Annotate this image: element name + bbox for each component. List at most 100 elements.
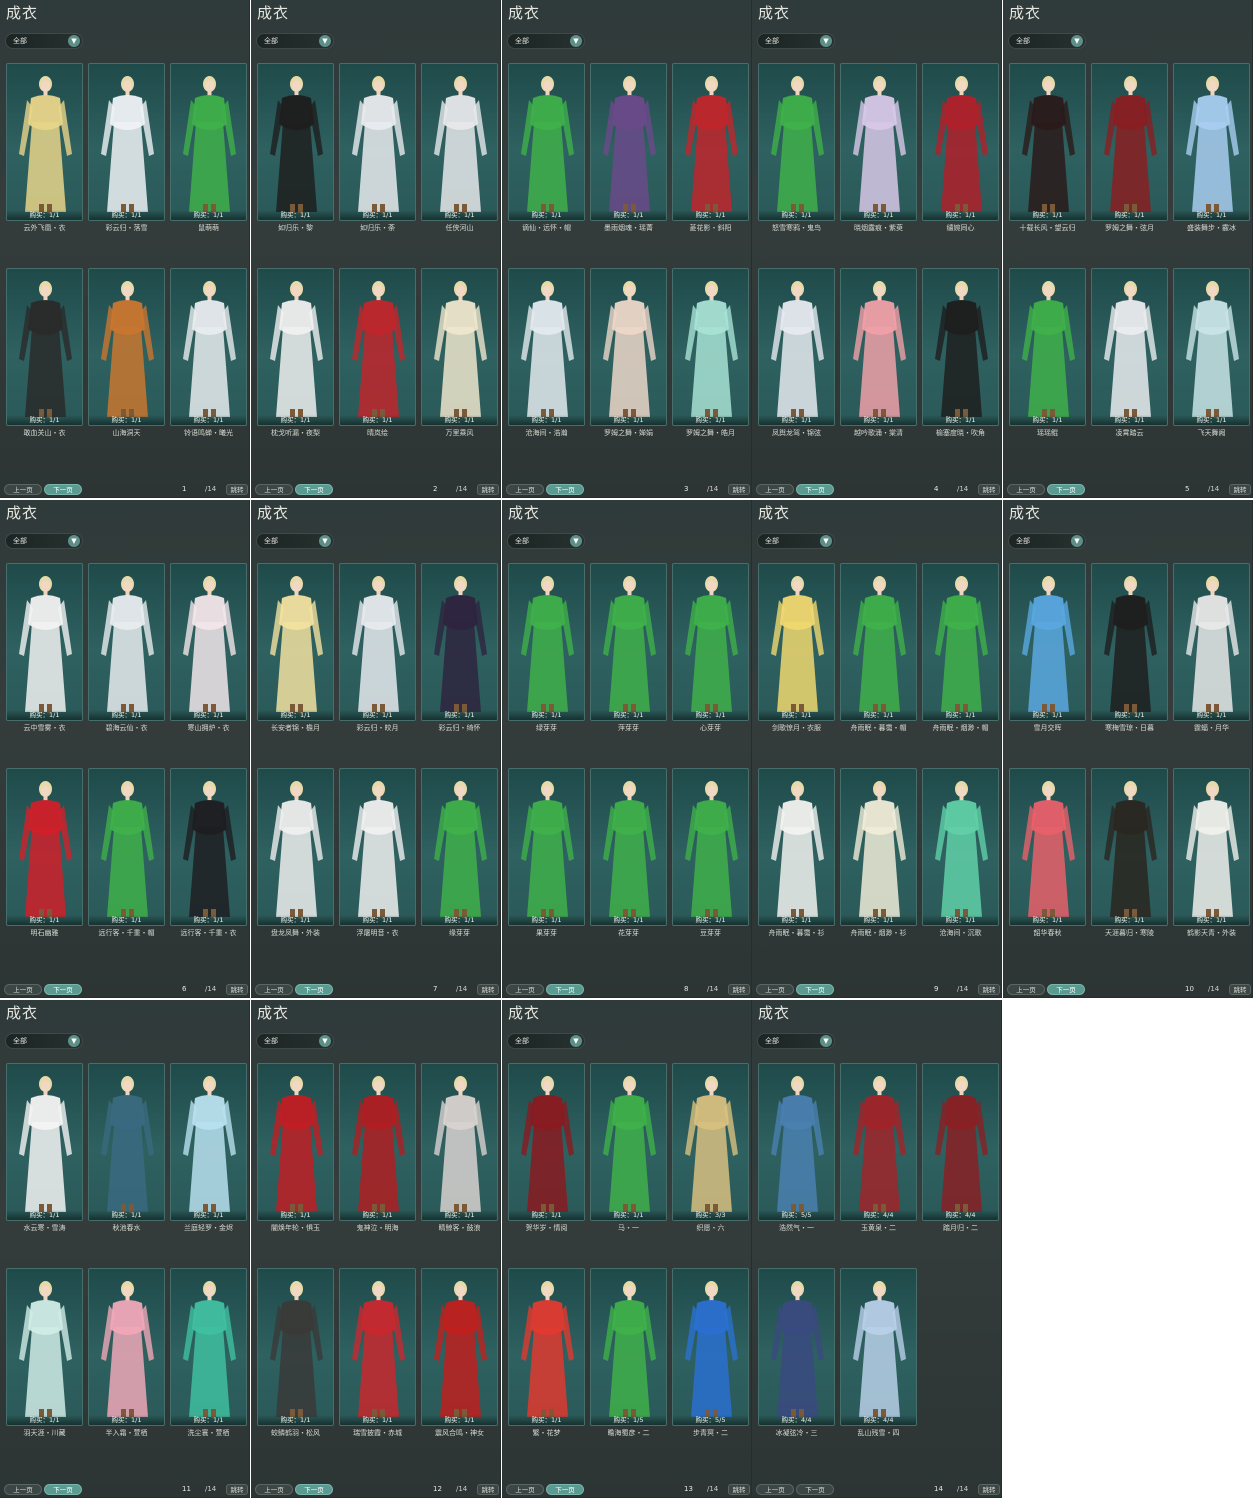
outfit-card[interactable]: 购买：5/5 xyxy=(758,1063,835,1221)
prev-page-button[interactable]: 上一页 xyxy=(255,484,293,495)
outfit-card[interactable]: 购买：1/1 xyxy=(840,63,917,221)
jump-button[interactable]: 跳转 xyxy=(226,1484,248,1495)
page-number-input[interactable]: 5 xyxy=(1185,485,1207,493)
page-number-input[interactable]: 7 xyxy=(433,985,455,993)
page-number-input[interactable]: 13 xyxy=(684,1485,706,1493)
outfit-card[interactable]: 购买：1/1 xyxy=(421,768,498,926)
outfit-card[interactable]: 购买：1/1 xyxy=(339,268,416,426)
outfit-card[interactable]: 购买：1/1 xyxy=(758,63,835,221)
next-page-button[interactable]: 下一页 xyxy=(796,484,834,495)
filter-dropdown[interactable]: 全部 ▼ xyxy=(507,1033,585,1049)
filter-dropdown[interactable]: 全部 ▼ xyxy=(5,33,83,49)
outfit-card[interactable]: 购买：1/1 xyxy=(590,768,667,926)
outfit-card[interactable]: 购买：1/1 xyxy=(508,268,585,426)
jump-button[interactable]: 跳转 xyxy=(728,984,750,995)
outfit-card[interactable]: 购买：1/1 xyxy=(170,768,247,926)
outfit-card[interactable]: 购买：1/1 xyxy=(170,63,247,221)
outfit-card[interactable]: 购买：1/1 xyxy=(672,63,749,221)
outfit-card[interactable]: 购买：1/1 xyxy=(672,563,749,721)
outfit-card[interactable]: 购买：1/1 xyxy=(421,1268,498,1426)
outfit-card[interactable]: 购买：4/4 xyxy=(840,1268,917,1426)
outfit-card[interactable]: 购买：1/1 xyxy=(508,563,585,721)
outfit-card[interactable]: 购买：1/1 xyxy=(6,768,83,926)
jump-button[interactable]: 跳转 xyxy=(1229,984,1251,995)
jump-button[interactable]: 跳转 xyxy=(728,484,750,495)
outfit-card[interactable]: 购买：1/1 xyxy=(508,1268,585,1426)
outfit-card[interactable]: 购买：1/1 xyxy=(88,268,165,426)
filter-dropdown[interactable]: 全部 ▼ xyxy=(256,1033,334,1049)
outfit-card[interactable]: 购买：1/1 xyxy=(421,268,498,426)
jump-button[interactable]: 跳转 xyxy=(477,484,499,495)
page-number-input[interactable]: 6 xyxy=(182,985,204,993)
prev-page-button[interactable]: 上一页 xyxy=(506,984,544,995)
outfit-card[interactable]: 购买：1/1 xyxy=(922,63,999,221)
outfit-card[interactable]: 购买：1/1 xyxy=(1091,268,1168,426)
prev-page-button[interactable]: 上一页 xyxy=(756,1484,794,1495)
filter-dropdown[interactable]: 全部 ▼ xyxy=(256,33,334,49)
outfit-card[interactable]: 购买：1/1 xyxy=(1009,268,1086,426)
outfit-card[interactable]: 购买：1/1 xyxy=(840,268,917,426)
outfit-card[interactable]: 购买：1/1 xyxy=(170,1268,247,1426)
next-page-button[interactable]: 下一页 xyxy=(1047,984,1085,995)
filter-dropdown[interactable]: 全部 ▼ xyxy=(757,533,835,549)
page-number-input[interactable]: 3 xyxy=(684,485,706,493)
outfit-card[interactable]: 购买：1/1 xyxy=(339,563,416,721)
filter-dropdown[interactable]: 全部 ▼ xyxy=(5,533,83,549)
next-page-button[interactable]: 下一页 xyxy=(796,1484,834,1495)
outfit-card[interactable]: 购买：1/1 xyxy=(590,1063,667,1221)
jump-button[interactable]: 跳转 xyxy=(477,984,499,995)
jump-button[interactable]: 跳转 xyxy=(728,1484,750,1495)
jump-button[interactable]: 跳转 xyxy=(226,984,248,995)
prev-page-button[interactable]: 上一页 xyxy=(255,1484,293,1495)
outfit-card[interactable]: 购买：1/1 xyxy=(257,768,334,926)
outfit-card[interactable]: 购买：1/1 xyxy=(758,768,835,926)
outfit-card[interactable]: 购买：1/1 xyxy=(88,63,165,221)
outfit-card[interactable]: 购买：1/1 xyxy=(672,768,749,926)
outfit-card[interactable]: 购买：1/1 xyxy=(922,563,999,721)
filter-dropdown[interactable]: 全部 ▼ xyxy=(507,33,585,49)
next-page-button[interactable]: 下一页 xyxy=(1047,484,1085,495)
outfit-card[interactable]: 购买：1/1 xyxy=(339,768,416,926)
outfit-card[interactable]: 购买：4/4 xyxy=(922,1063,999,1221)
outfit-card[interactable]: 购买：1/1 xyxy=(257,268,334,426)
jump-button[interactable]: 跳转 xyxy=(226,484,248,495)
outfit-card[interactable]: 购买：1/1 xyxy=(1091,768,1168,926)
outfit-card[interactable]: 购买：1/1 xyxy=(508,768,585,926)
outfit-card[interactable]: 购买：1/1 xyxy=(1009,63,1086,221)
outfit-card[interactable]: 购买：1/1 xyxy=(1091,563,1168,721)
prev-page-button[interactable]: 上一页 xyxy=(4,1484,42,1495)
filter-dropdown[interactable]: 全部 ▼ xyxy=(5,1033,83,1049)
outfit-card[interactable]: 购买：5/5 xyxy=(672,1268,749,1426)
filter-dropdown[interactable]: 全部 ▼ xyxy=(757,1033,835,1049)
page-number-input[interactable]: 8 xyxy=(684,985,706,993)
jump-button[interactable]: 跳转 xyxy=(978,984,1000,995)
outfit-card[interactable]: 购买：1/1 xyxy=(590,268,667,426)
outfit-card[interactable]: 购买：1/1 xyxy=(421,1063,498,1221)
outfit-card[interactable]: 购买：4/4 xyxy=(840,1063,917,1221)
page-number-input[interactable]: 11 xyxy=(182,1485,204,1493)
next-page-button[interactable]: 下一页 xyxy=(546,984,584,995)
outfit-card[interactable]: 购买：1/1 xyxy=(508,1063,585,1221)
outfit-card[interactable]: 购买：4/4 xyxy=(758,1268,835,1426)
filter-dropdown[interactable]: 全部 ▼ xyxy=(1008,33,1086,49)
outfit-card[interactable]: 购买：1/1 xyxy=(672,268,749,426)
outfit-card[interactable]: 购买：1/1 xyxy=(840,768,917,926)
page-number-input[interactable]: 12 xyxy=(433,1485,455,1493)
next-page-button[interactable]: 下一页 xyxy=(44,1484,82,1495)
next-page-button[interactable]: 下一页 xyxy=(295,484,333,495)
outfit-card[interactable]: 购买：1/1 xyxy=(508,63,585,221)
outfit-card[interactable]: 购买：1/1 xyxy=(421,563,498,721)
outfit-card[interactable]: 购买：1/1 xyxy=(1009,768,1086,926)
outfit-card[interactable]: 购买：1/1 xyxy=(421,63,498,221)
jump-button[interactable]: 跳转 xyxy=(978,484,1000,495)
outfit-card[interactable]: 购买：1/1 xyxy=(88,768,165,926)
outfit-card[interactable]: 购买：1/1 xyxy=(257,563,334,721)
page-number-input[interactable]: 10 xyxy=(1185,985,1207,993)
outfit-card[interactable]: 购买：1/1 xyxy=(6,1268,83,1426)
outfit-card[interactable]: 购买：1/1 xyxy=(840,563,917,721)
outfit-card[interactable]: 购买：1/1 xyxy=(170,1063,247,1221)
filter-dropdown[interactable]: 全部 ▼ xyxy=(757,33,835,49)
page-number-input[interactable]: 1 xyxy=(182,485,204,493)
page-number-input[interactable]: 4 xyxy=(934,485,956,493)
outfit-card[interactable]: 购买：1/1 xyxy=(6,1063,83,1221)
